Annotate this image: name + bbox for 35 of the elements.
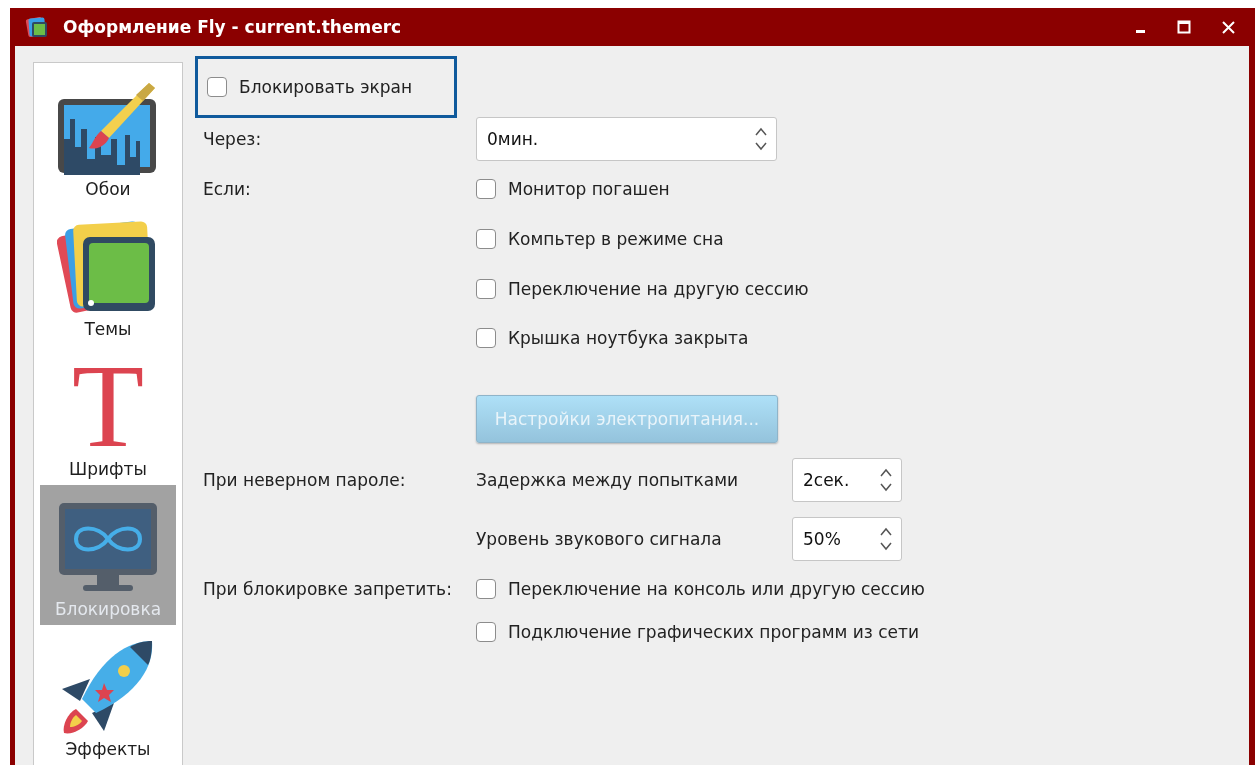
checkbox[interactable] bbox=[476, 622, 496, 642]
stacked-cards-icon bbox=[25, 15, 49, 39]
spin-box[interactable]: 2сек. bbox=[792, 458, 902, 502]
field-label: Если: bbox=[203, 179, 251, 199]
checkbox-label: Подключение графических программ из сети bbox=[508, 622, 919, 642]
field-label: Через: bbox=[203, 129, 262, 149]
spin-box[interactable]: 50% bbox=[792, 517, 902, 561]
field-label: Задержка между попытками bbox=[476, 470, 740, 490]
window-title: Оформление Fly - current.themerc bbox=[63, 17, 403, 37]
checkbox[interactable] bbox=[476, 279, 496, 299]
sidebar-item[interactable]: Обои bbox=[40, 65, 176, 205]
spinner-arrows-icon[interactable] bbox=[879, 526, 893, 552]
checkbox-label: Переключение на консоль или другую сессию bbox=[508, 579, 925, 599]
maximize-icon bbox=[1177, 20, 1191, 34]
checkbox[interactable] bbox=[476, 179, 496, 199]
minimize-icon bbox=[1135, 30, 1145, 33]
field-label: При неверном пароле: bbox=[203, 470, 406, 490]
field-label: Уровень звукового сигнала bbox=[476, 529, 723, 549]
sidebar-item[interactable]: Эффекты bbox=[40, 625, 176, 765]
checkbox-label: Блокировать экран bbox=[239, 77, 413, 97]
checkbox-label: Переключение на другую сессию bbox=[508, 279, 809, 299]
checkbox-label: Монитор погашен bbox=[508, 179, 670, 199]
letter-icon: T bbox=[71, 359, 145, 455]
field-label: При блокировке запретить: bbox=[203, 579, 452, 599]
spin-box[interactable]: 0мин. bbox=[476, 117, 777, 161]
checkbox-label: Компьтер в режиме сна bbox=[508, 228, 724, 249]
checkbox[interactable] bbox=[476, 579, 496, 599]
close-icon bbox=[1221, 20, 1235, 34]
checkbox-label: Крышка ноутбука закрыта bbox=[508, 328, 749, 348]
spinner-arrows-icon[interactable] bbox=[879, 467, 893, 493]
checkbox[interactable] bbox=[476, 228, 496, 249]
spinner-arrows-icon[interactable] bbox=[754, 126, 768, 152]
sidebar-item[interactable]: Темы bbox=[40, 205, 176, 345]
checkbox[interactable] bbox=[207, 77, 227, 97]
checkbox[interactable] bbox=[476, 328, 496, 348]
